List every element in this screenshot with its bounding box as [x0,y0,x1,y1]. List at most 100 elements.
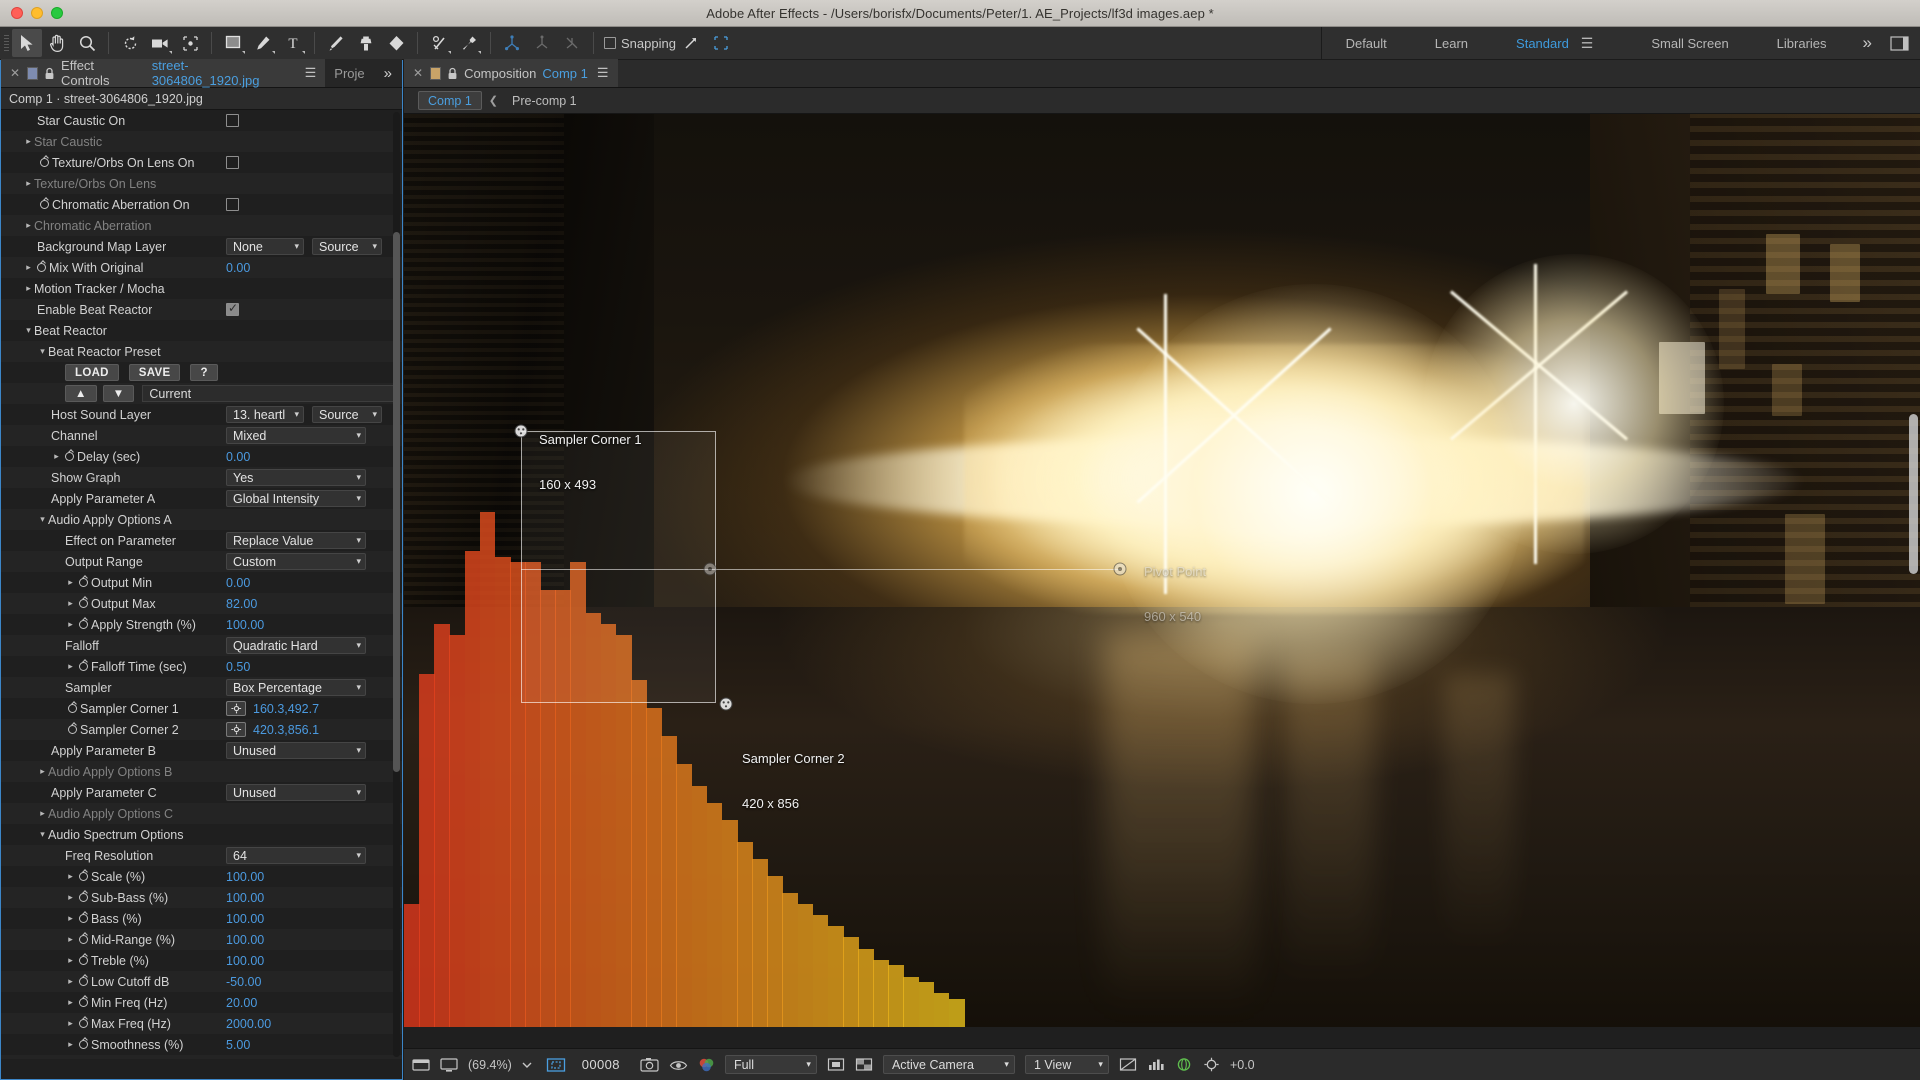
channels-icon[interactable] [698,1057,715,1072]
effect-row[interactable]: Falloff Time (sec) 0.50 [1,656,402,677]
point-picker-icon[interactable] [226,701,246,716]
dropdown[interactable]: 64 ▾ [226,847,366,864]
stopwatch-icon[interactable] [76,998,91,1007]
workspace-standard[interactable]: Standard ☰ [1492,27,1627,60]
workspace-layout-icon[interactable] [1884,29,1914,57]
workspace-menu-icon[interactable]: ☰ [1569,35,1604,52]
viewport-scrollbar[interactable] [1909,414,1918,574]
dropdown[interactable]: Unused ▾ [226,742,366,759]
pixel-aspect-icon[interactable] [1119,1057,1137,1072]
twirl-closed-icon[interactable] [23,262,34,273]
always-preview-icon[interactable] [412,1057,430,1073]
dropdown-primary[interactable]: None ▾ [226,238,304,255]
stopwatch-icon[interactable] [76,1040,91,1049]
breadcrumb-comp-1[interactable]: Comp 1 [418,91,482,110]
stopwatch-icon[interactable] [37,158,52,167]
puppet-pin-tool[interactable] [454,29,484,57]
effect-row[interactable]: Star Caustic [1,131,402,152]
effect-row[interactable]: Output Range Custom ▾ [1,551,402,572]
timeline-graph-icon[interactable] [1147,1057,1165,1072]
twirl-open-icon[interactable] [37,514,48,525]
rotation-tool[interactable] [115,29,145,57]
effect-row[interactable]: Effect on Parameter Replace Value ▾ [1,530,402,551]
preset-name-field[interactable]: Current [142,385,396,402]
twirl-open-icon[interactable] [37,829,48,840]
twirl-closed-icon[interactable] [65,577,76,588]
effect-row[interactable]: Host Sound Layer 13. heartl ▾ Source ▾ [1,404,402,425]
effect-row[interactable]: Max Freq (Hz) 2000.00 [1,1013,402,1034]
twirl-closed-icon[interactable] [65,598,76,609]
twirl-closed-icon[interactable] [65,661,76,672]
effect-row[interactable]: Freq Resolution 64 ▾ [1,845,402,866]
dropdown-secondary[interactable]: Source ▾ [312,406,382,423]
preset-load-button[interactable]: LOAD [65,364,119,381]
twirl-closed-icon[interactable] [65,619,76,630]
shape-tool[interactable] [218,29,248,57]
effect-row[interactable]: Apply Strength (%) 100.00 [1,614,402,635]
effect-row[interactable]: Sampler Corner 2 420.3,856.1 [1,719,402,740]
effect-row[interactable]: LOAD SAVE? [1,362,402,383]
checkbox[interactable] [226,198,239,211]
twirl-closed-icon[interactable] [23,283,34,294]
twirl-closed-icon[interactable] [65,976,76,987]
lock-icon[interactable] [447,67,458,80]
stopwatch-icon[interactable] [76,977,91,986]
effect-row[interactable]: Motion Tracker / Mocha [1,278,402,299]
numeric-value[interactable]: 20.00 [226,996,257,1010]
dropdown-primary[interactable]: 13. heartl ▾ [226,406,304,423]
coordinate-value[interactable]: 160.3,492.7 [253,702,319,716]
effect-row[interactable]: Treble (%) 100.00 [1,950,402,971]
effect-row[interactable]: Sub-Bass (%) 100.00 [1,887,402,908]
camera-tool[interactable] [145,29,175,57]
twirl-closed-icon[interactable] [23,220,34,231]
toolbar-grip[interactable] [2,33,12,53]
twirl-closed-icon[interactable] [65,1018,76,1029]
stopwatch-icon[interactable] [76,620,91,629]
type-tool[interactable]: T [278,29,308,57]
transparency-grid-icon[interactable] [855,1057,873,1072]
effect-row[interactable]: Apply Parameter A Global Intensity ▾ [1,488,402,509]
numeric-value[interactable]: 5.00 [226,1038,250,1052]
eraser-tool[interactable] [381,29,411,57]
numeric-value[interactable]: 100.00 [226,954,264,968]
checkbox[interactable] [226,156,239,169]
twirl-closed-icon[interactable] [65,1039,76,1050]
effect-row[interactable]: Audio Apply Options B [1,761,402,782]
stopwatch-icon[interactable] [65,704,80,713]
chevron-down-icon[interactable] [522,1061,532,1069]
3d-renderer-icon[interactable] [1175,1057,1193,1072]
current-timecode[interactable]: 00008 [582,1057,620,1072]
stopwatch-icon[interactable] [76,578,91,587]
breadcrumb-pre-comp-1[interactable]: Pre-comp 1 [505,94,584,108]
twirl-closed-icon[interactable] [37,766,48,777]
hand-tool[interactable] [42,29,72,57]
unified-camera-tool[interactable] [497,29,527,57]
exposure-reset-icon[interactable] [1203,1057,1220,1072]
numeric-value[interactable]: -50.00 [226,975,261,989]
comp-monitor-icon[interactable] [440,1057,458,1073]
dropdown[interactable]: Custom ▾ [226,553,366,570]
pan-behind-tool[interactable] [557,29,587,57]
point-picker-icon[interactable] [226,722,246,737]
show-snapshot-icon[interactable] [669,1057,688,1072]
effect-row[interactable]: Falloff Quadratic Hard ▾ [1,635,402,656]
twirl-closed-icon[interactable] [65,913,76,924]
effect-row[interactable]: Audio Graph Options [1,1055,402,1059]
effect-row[interactable]: Texture/Orbs On Lens [1,173,402,194]
numeric-value[interactable]: 100.00 [226,870,264,884]
tab-effect-controls[interactable]: ✕ Effect Controls street-3064806_1920.jp… [1,58,326,88]
effect-row[interactable]: Background Map Layer None ▾ Source ▾ [1,236,402,257]
preset-help-button[interactable]: ? [190,364,218,381]
resolution-dropdown[interactable]: Full ▾ [724,1055,817,1074]
zoom-level[interactable]: (69.4%) [468,1058,512,1072]
panel-overflow-button[interactable]: » [373,59,402,87]
effect-row[interactable]: Bass (%) 100.00 [1,908,402,929]
effect-row[interactable]: Output Max 82.00 [1,593,402,614]
snap-bracket-icon[interactable] [706,29,736,57]
close-icon[interactable]: ✕ [413,66,423,80]
effect-controls-rows[interactable]: Star Caustic On Star Caustic Texture/Orbs … [1,110,402,1059]
numeric-value[interactable]: 100.00 [226,912,264,926]
brush-tool[interactable] [321,29,351,57]
workspace-more-button[interactable]: » [1851,33,1884,53]
dropdown[interactable]: Replace Value ▾ [226,532,366,549]
